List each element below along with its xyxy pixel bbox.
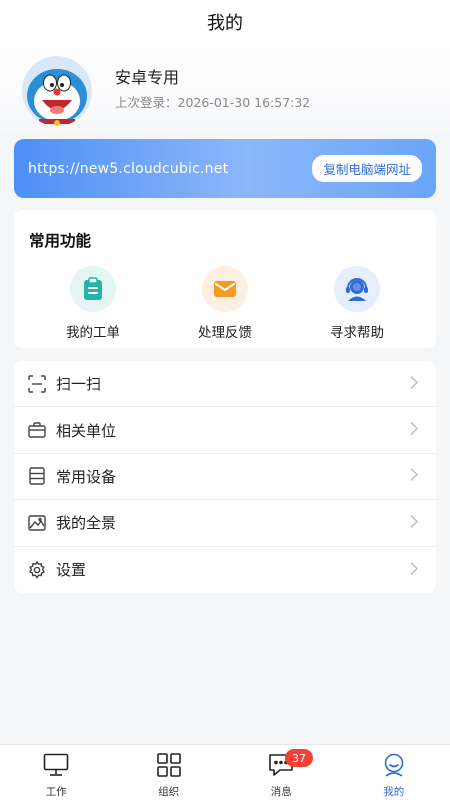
settings-menu-card: 扫一扫 相关单位 常用设备 我的全景 设置 [14, 361, 436, 593]
device-icon [28, 467, 46, 486]
my-work-orders-button[interactable]: 我的工单 [38, 266, 148, 342]
menu-label-common-devices: 常用设备 [56, 467, 117, 486]
gear-icon [28, 560, 46, 579]
briefcase-icon [28, 421, 46, 439]
seek-help-button[interactable]: 寻求帮助 [302, 266, 412, 342]
tab-messages[interactable]: 37 消息 [225, 745, 338, 800]
chevron-right-icon [410, 421, 418, 440]
grid-icon [156, 753, 182, 781]
page-title: 我的 [207, 13, 243, 34]
menu-label-related-units: 相关单位 [56, 421, 117, 440]
bottom-tab-bar: 工作 组织 37 消息 我的 [0, 744, 450, 800]
tab-label-work: 工作 [45, 786, 67, 798]
menu-label-settings: 设置 [56, 561, 87, 580]
handle-feedback-label: 处理反馈 [198, 325, 252, 341]
message-count-badge: 37 [285, 749, 313, 767]
user-icon [381, 753, 407, 781]
monitor-icon [43, 753, 69, 781]
envelope-icon [202, 266, 248, 312]
chevron-right-icon [410, 374, 418, 393]
common-functions-card: 常用功能 我的工单 处理反馈 寻求帮助 [14, 210, 436, 348]
tab-organization[interactable]: 组织 [113, 745, 226, 800]
clipboard-icon [70, 266, 116, 312]
top-bar: 我的 [0, 0, 450, 44]
chevron-right-icon [410, 560, 418, 579]
tab-label-messages: 消息 [270, 786, 292, 798]
profile-section: 安卓专用 上次登录：2026-01-30 16:57:32 [0, 44, 450, 134]
panorama-icon [28, 514, 46, 532]
seek-help-label: 寻求帮助 [330, 325, 384, 341]
common-functions-title: 常用功能 [29, 232, 92, 250]
last-login-time: 上次登录：2026-01-30 16:57:32 [115, 95, 311, 110]
copy-url-button[interactable]: 复制电脑端网址 [312, 155, 422, 182]
chevron-right-icon [410, 513, 418, 532]
menu-item-related-units[interactable]: 相关单位 [14, 407, 436, 454]
tab-label-mine: 我的 [383, 786, 405, 798]
avatar[interactable] [22, 56, 92, 126]
handle-feedback-button[interactable]: 处理反馈 [170, 266, 280, 342]
support-agent-icon [334, 266, 380, 312]
chevron-right-icon [410, 467, 418, 486]
tab-label-organization: 组织 [158, 786, 180, 798]
user-name: 安卓专用 [115, 68, 180, 87]
menu-item-common-devices[interactable]: 常用设备 [14, 454, 436, 501]
scan-icon [28, 374, 46, 393]
menu-item-my-panorama[interactable]: 我的全景 [14, 500, 436, 547]
my-work-orders-label: 我的工单 [66, 325, 120, 341]
menu-label-my-panorama: 我的全景 [56, 514, 117, 533]
menu-item-settings[interactable]: 设置 [14, 547, 436, 593]
desktop-url: https://new5.cloudcubic.net [28, 160, 229, 177]
tab-work[interactable]: 工作 [0, 745, 113, 800]
tab-mine[interactable]: 我的 [338, 745, 450, 800]
menu-item-scan[interactable]: 扫一扫 [14, 361, 436, 408]
desktop-url-card: https://new5.cloudcubic.net 复制电脑端网址 [14, 139, 436, 198]
menu-label-scan: 扫一扫 [56, 375, 102, 394]
